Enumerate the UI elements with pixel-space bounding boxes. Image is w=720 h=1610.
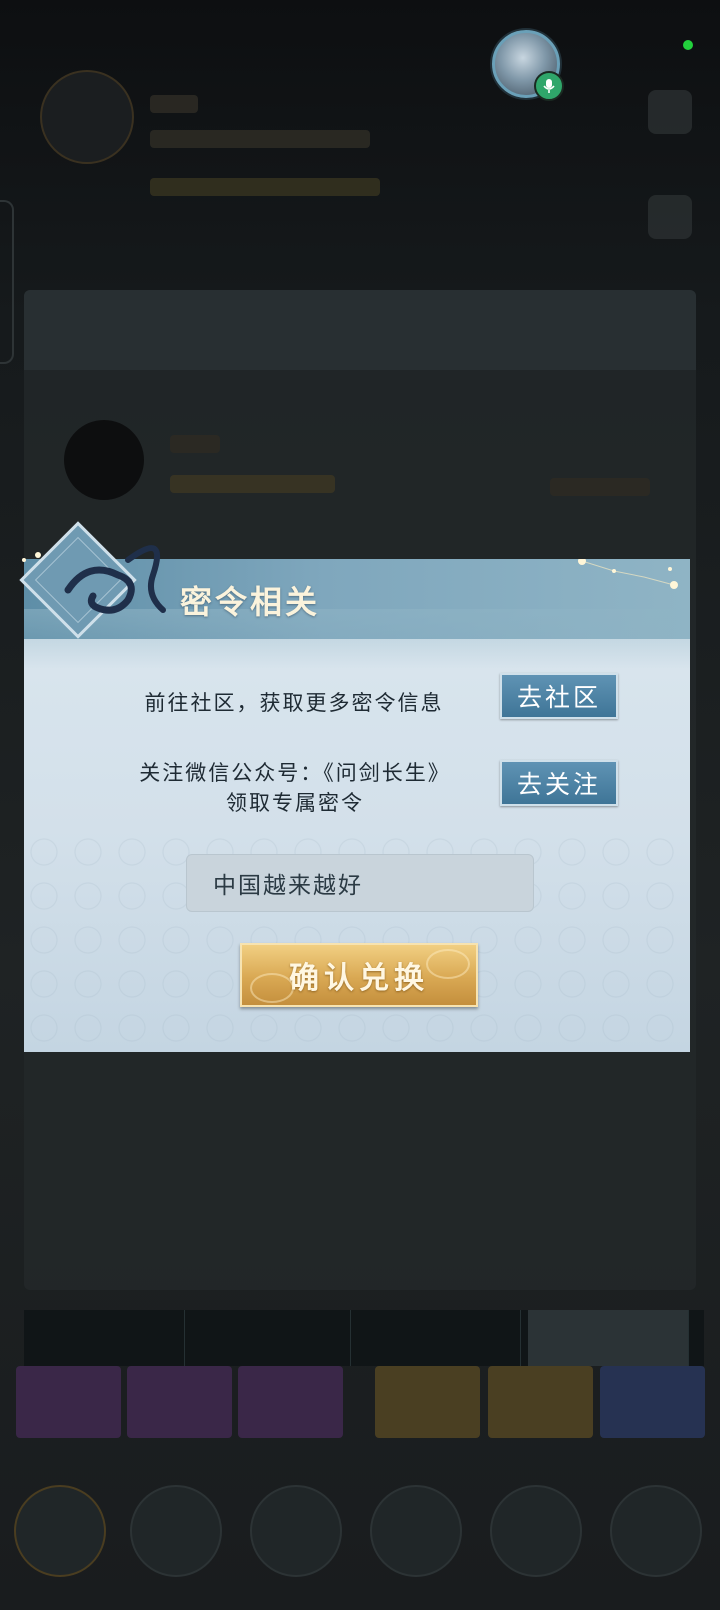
background-character [250,1485,342,1577]
background-text [170,475,335,493]
background-card [375,1366,480,1438]
background-text [150,178,380,196]
background-tab [528,1310,689,1366]
secret-code-input[interactable]: 中国越来越好 [186,854,534,912]
background-side-icon [648,90,692,134]
side-handle [0,200,14,364]
confirm-redeem-button[interactable]: 确认兑换 [240,943,478,1007]
dragon-emblem-icon [19,521,166,639]
background-character [610,1485,702,1577]
constellation-decoration [578,559,678,589]
background-text [170,435,220,453]
gold-swirl-decoration [426,949,470,979]
background-avatar [40,70,134,164]
gold-swirl-decoration [250,973,294,1003]
background-character [130,1485,222,1577]
background-character [370,1485,462,1577]
background-tab [24,1310,185,1366]
background-text [150,95,198,113]
background-tab [360,1310,521,1366]
microphone-icon[interactable] [534,71,564,101]
dialog-title: 密令相关 [180,583,321,621]
background-card [488,1366,593,1438]
background-text [150,130,370,148]
wechat-text-line1: 关注微信公众号：《问剑长生》 [139,761,451,785]
background-card [16,1366,121,1438]
go-community-button[interactable]: 去社区 [500,673,618,719]
confirm-redeem-label: 确认兑换 [289,961,429,996]
background-character [490,1485,582,1577]
wechat-text-line2: 领取专属密令 [226,791,364,815]
background-card [238,1366,343,1438]
go-follow-button[interactable]: 去关注 [500,760,618,806]
background-tab [190,1310,351,1366]
background-panel-header [24,290,696,370]
community-text: 前往社区，获取更多密令信息 [144,691,444,715]
background-side-icon [648,195,692,239]
background-avatar [64,420,144,500]
background-card [127,1366,232,1438]
online-status-dot [683,40,693,50]
background-character [14,1485,106,1577]
background-card [600,1366,705,1438]
background-text [550,478,650,496]
